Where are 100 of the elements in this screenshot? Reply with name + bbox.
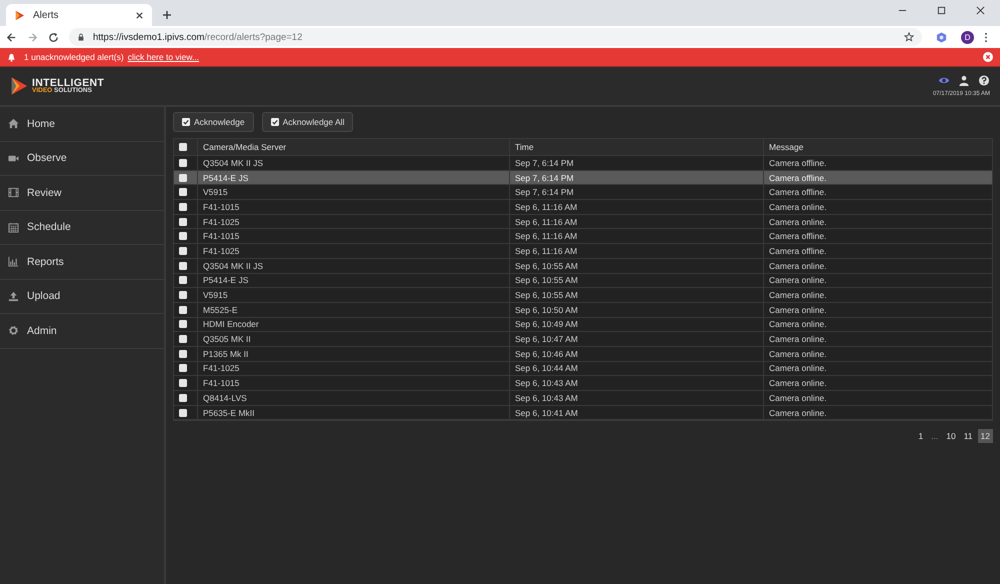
column-header[interactable]: Time xyxy=(515,142,534,152)
page-link[interactable]: 12 xyxy=(978,429,993,444)
table-cell: HDMI Encoder xyxy=(203,319,259,330)
close-icon[interactable] xyxy=(976,6,985,15)
table-cell: Q3504 MK II JS xyxy=(203,260,263,271)
table-cell: Camera online. xyxy=(769,216,827,227)
maximize-icon[interactable] xyxy=(937,6,946,15)
row-checkbox[interactable] xyxy=(179,232,187,240)
table-row[interactable]: Q8414-LVS Sep 6, 10:43 AM Camera online. xyxy=(174,391,992,406)
close-icon[interactable] xyxy=(983,52,993,62)
table-row[interactable]: M5525-E Sep 6, 10:50 AM Camera online. xyxy=(174,302,992,318)
new-tab-icon[interactable] xyxy=(162,10,172,20)
page-link[interactable]: 10 xyxy=(943,429,959,444)
table-cell: Sep 6, 11:16 AM xyxy=(515,231,578,242)
sidebar-item[interactable]: Schedule xyxy=(0,210,164,245)
row-checkbox[interactable] xyxy=(179,202,187,211)
table-row[interactable]: Q3505 MK II Sep 6, 10:47 AM Camera online. xyxy=(174,332,992,347)
row-checkbox[interactable] xyxy=(179,262,187,270)
table-cell: Camera offline. xyxy=(769,231,826,242)
table-row[interactable]: F41-1015 Sep 6, 10:43 AM Camera online. xyxy=(174,376,992,391)
table-row[interactable]: F41-1025 Sep 6, 10:44 AM Camera online. xyxy=(174,362,992,376)
sidebar-item[interactable]: Reports xyxy=(0,245,164,280)
table-cell: Sep 6, 10:43 AM xyxy=(515,378,578,388)
table-cell: Camera offline. xyxy=(769,158,826,168)
column-header[interactable]: Camera/Media Server xyxy=(203,142,286,152)
row-checkbox[interactable] xyxy=(179,174,187,182)
table-cell: Camera offline. xyxy=(769,187,826,198)
table-row[interactable]: F41-1025 Sep 6, 11:16 AM Camera online. xyxy=(174,214,992,230)
row-checkbox[interactable] xyxy=(179,335,187,344)
row-checkbox[interactable] xyxy=(179,291,187,300)
table-cell: Sep 6, 10:55 AM xyxy=(515,290,578,300)
select-all-checkbox[interactable] xyxy=(179,143,187,151)
table-row[interactable]: F41-1015 Sep 6, 11:16 AM Camera online. xyxy=(174,200,992,215)
help-icon[interactable] xyxy=(978,75,990,86)
table-row[interactable]: P5414-E JS Sep 7, 6:14 PM Camera offline. xyxy=(174,170,992,186)
table-row[interactable]: P5635-E MkII Sep 6, 10:41 AM Camera online. xyxy=(174,406,992,420)
sidebar-item[interactable]: Upload xyxy=(0,280,164,314)
table-row[interactable]: V5915 Sep 6, 10:55 AM Camera online. xyxy=(174,288,992,303)
menu-icon[interactable] xyxy=(984,32,988,42)
reload-icon[interactable] xyxy=(48,32,59,42)
row-checkbox[interactable] xyxy=(179,188,187,196)
row-checkbox[interactable] xyxy=(179,320,187,328)
lock-icon xyxy=(77,33,85,41)
extension-icon[interactable] xyxy=(936,32,947,42)
table-row[interactable]: F41-1015 Sep 6, 11:16 AM Camera offline. xyxy=(174,229,992,244)
view-alerts-link[interactable]: click here to view... xyxy=(128,52,200,62)
user-icon[interactable] xyxy=(958,75,970,86)
eye-icon[interactable] xyxy=(938,75,950,86)
sidebar-item[interactable]: Observe xyxy=(0,142,164,176)
row-checkbox[interactable] xyxy=(179,408,187,417)
address-field[interactable]: https://ivsdemo1.ipivs.com/record/alerts?page=12 xyxy=(69,28,922,46)
table-cell: F41-1015 xyxy=(203,231,240,242)
table-cell: Sep 6, 10:50 AM xyxy=(515,304,578,315)
column-header[interactable]: Message xyxy=(769,142,804,152)
profile-avatar[interactable]: D xyxy=(961,30,974,44)
row-checkbox[interactable] xyxy=(179,394,187,402)
table-row[interactable]: F41-1025 Sep 6, 11:16 AM Camera offline. xyxy=(174,244,992,259)
table-cell: Sep 7, 6:14 PM xyxy=(515,158,574,168)
table-cell: Camera offline. xyxy=(769,172,826,183)
back-icon[interactable] xyxy=(6,32,17,42)
page-link[interactable]: 1 xyxy=(915,429,926,444)
acknowledge-button[interactable]: Acknowledge xyxy=(173,112,254,132)
table-row[interactable]: HDMI Encoder Sep 6, 10:49 AM Camera online. xyxy=(174,318,992,332)
table-cell: P1365 Mk II xyxy=(203,348,248,359)
close-icon[interactable] xyxy=(135,10,144,20)
table-cell: V5915 xyxy=(203,187,228,198)
sidebar-item[interactable]: Review xyxy=(0,176,164,210)
table-cell: P5414-E JS xyxy=(203,172,248,183)
table-cell: Camera online. xyxy=(769,304,827,315)
table-cell: Camera online. xyxy=(769,348,827,359)
table-cell: M5525-E xyxy=(203,304,238,315)
acknowledge-button[interactable]: Acknowledge All xyxy=(262,112,354,132)
table-row[interactable]: P5414-E JS Sep 6, 10:55 AM Camera online. xyxy=(174,274,992,288)
sidebar-item[interactable]: Home xyxy=(0,107,164,142)
star-icon[interactable] xyxy=(904,32,914,42)
page-link[interactable]: 11 xyxy=(960,429,976,444)
table-cell: Q3504 MK II JS xyxy=(203,158,263,168)
table-row[interactable]: P1365 Mk II Sep 6, 10:46 AM Camera online. xyxy=(174,346,992,362)
checkbox-icon xyxy=(182,118,190,126)
table-cell: Sep 6, 11:16 AM xyxy=(515,246,578,256)
table-cell: Camera online. xyxy=(769,202,827,212)
row-checkbox[interactable] xyxy=(179,276,187,284)
browser-tab[interactable]: Alerts xyxy=(6,4,152,26)
table-cell: Camera online. xyxy=(769,408,827,418)
row-checkbox[interactable] xyxy=(179,379,187,388)
table-cell: P5635-E MkII xyxy=(203,408,254,418)
bell-icon xyxy=(7,52,16,62)
table-cell: Camera online. xyxy=(769,392,827,403)
table-cell: Sep 7, 6:14 PM xyxy=(515,172,574,183)
sidebar-item[interactable]: Admin xyxy=(0,314,164,348)
row-checkbox[interactable] xyxy=(179,306,187,314)
row-checkbox[interactable] xyxy=(179,350,187,358)
row-checkbox[interactable] xyxy=(179,158,187,167)
tab-title: Alerts xyxy=(33,10,60,20)
row-checkbox[interactable] xyxy=(179,364,187,372)
table-row[interactable]: V5915 Sep 7, 6:14 PM Camera offline. xyxy=(174,185,992,200)
table-cell: Camera online. xyxy=(769,290,827,300)
table-row[interactable]: Q3504 MK II JS Sep 6, 10:55 AM Camera online. xyxy=(174,258,992,274)
row-checkbox[interactable] xyxy=(179,246,187,255)
row-checkbox[interactable] xyxy=(179,218,187,226)
